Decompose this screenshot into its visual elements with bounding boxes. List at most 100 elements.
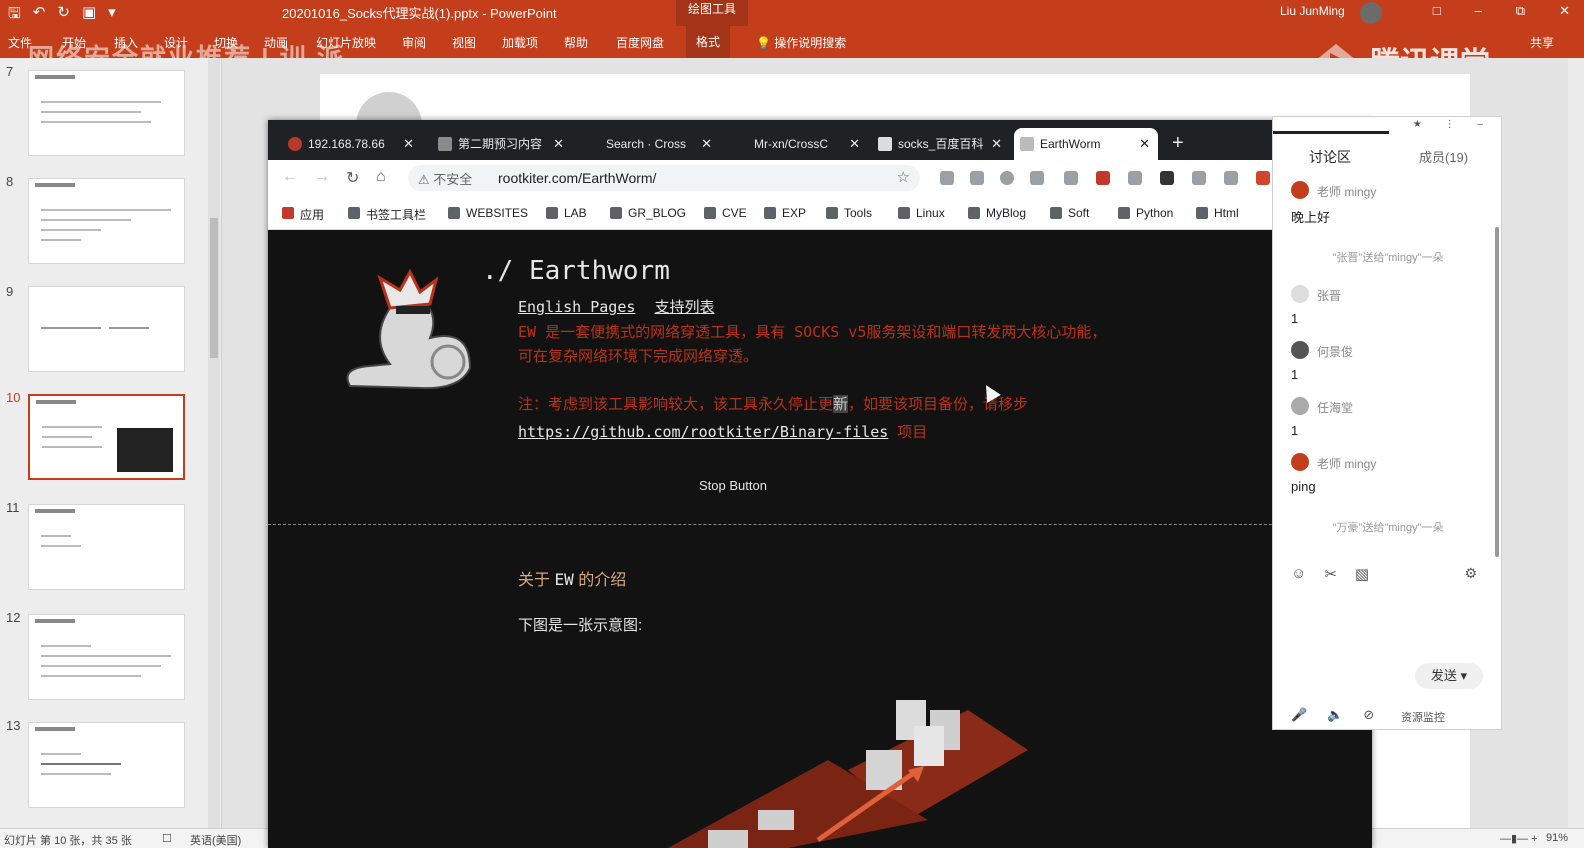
browser-tab-active[interactable]: EarthWorm ✕ xyxy=(1014,128,1158,160)
not-secure-indicator[interactable]: ⚠ 不安全 xyxy=(418,169,472,188)
reload-icon[interactable]: ↻ xyxy=(346,168,359,188)
close-tab-icon[interactable]: ✕ xyxy=(991,128,1002,160)
bookmark-folder[interactable]: EXP xyxy=(764,206,806,220)
tab-format[interactable]: 格式 xyxy=(686,26,731,58)
chat-scrollbar[interactable] xyxy=(1495,227,1499,557)
bookmark-apps[interactable]: 应用 xyxy=(282,206,324,223)
send-button[interactable]: 发送 ▾ xyxy=(1415,663,1483,689)
minimize-icon[interactable]: – xyxy=(1475,3,1482,19)
scissors-icon[interactable]: ✂ xyxy=(1324,565,1337,583)
camera-off-icon[interactable]: ⊘ xyxy=(1363,707,1374,723)
bookmark-folder[interactable]: Python xyxy=(1118,206,1173,220)
bookmark-folder[interactable]: CVE xyxy=(704,206,747,220)
english-pages-link[interactable]: English Pages xyxy=(518,298,635,316)
tab-review[interactable]: 审阅 xyxy=(402,34,426,51)
bookmark-folder[interactable]: 书签工具栏 xyxy=(348,206,426,223)
microphone-icon[interactable]: 🎤 xyxy=(1291,707,1307,723)
bookmark-folder[interactable]: GR_BLOG xyxy=(610,206,686,220)
home-icon[interactable]: ⌂ xyxy=(376,168,386,186)
restore-icon[interactable]: ⧉ xyxy=(1516,3,1525,19)
browser-tab[interactable]: Search · Cross ✕ xyxy=(580,128,720,160)
slide-thumbnail-13[interactable] xyxy=(28,722,185,808)
close-tab-icon[interactable]: ✕ xyxy=(849,128,860,160)
extension-icon[interactable] xyxy=(1256,171,1270,185)
bookmark-folder[interactable]: LAB xyxy=(546,206,587,220)
close-tab-icon[interactable]: ✕ xyxy=(1139,128,1150,160)
new-tab-button[interactable]: + xyxy=(1172,132,1184,155)
address-bar[interactable]: ⚠ 不安全 rootkiter.com/EarthWorm/ ☆ xyxy=(408,165,920,191)
extension-icon[interactable] xyxy=(1192,171,1206,185)
bookmark-folder[interactable]: Soft xyxy=(1050,206,1089,220)
tab-addins[interactable]: 加载项 xyxy=(502,34,538,51)
bookmark-folder[interactable]: MyBlog xyxy=(968,206,1026,220)
spellcheck-icon[interactable]: ☐ xyxy=(162,832,172,845)
extension-icon[interactable] xyxy=(1224,171,1238,185)
bookmark-star-icon[interactable]: ☆ xyxy=(897,168,910,186)
extension-icon[interactable] xyxy=(1160,171,1174,185)
slide-thumbnail-12[interactable] xyxy=(28,614,185,700)
language-status[interactable]: 英语(美国) xyxy=(190,832,241,848)
bookmark-folder[interactable]: Linux xyxy=(898,206,945,220)
extension-icon[interactable] xyxy=(970,171,984,185)
slide-thumbnail-10[interactable] xyxy=(28,394,185,480)
browser-tab[interactable]: Mr-xn/CrossC ✕ xyxy=(728,128,868,160)
bookmark-folder[interactable]: WEBSITES xyxy=(448,206,528,220)
ribbon-display-icon[interactable]: □ xyxy=(1433,3,1441,19)
browser-tab[interactable]: 192.168.78.66 ✕ xyxy=(282,128,422,160)
undo-icon[interactable]: ↶ xyxy=(33,3,46,28)
extension-icon[interactable] xyxy=(1064,171,1078,185)
bookmark-label: EXP xyxy=(782,206,807,220)
settings-icon[interactable]: ⚙ xyxy=(1464,565,1477,582)
emoji-icon[interactable]: ☺ xyxy=(1291,565,1306,583)
share-button[interactable]: 共享 xyxy=(1530,34,1554,51)
tab-help[interactable]: 帮助 xyxy=(564,34,588,51)
extension-icon[interactable] xyxy=(1128,171,1142,185)
chat-bottom-toolbar: 🎤 🔈 ⊘ xyxy=(1291,707,1374,723)
tell-me-search[interactable]: 💡 操作说明搜索 xyxy=(756,34,846,51)
present-icon[interactable]: ▣ xyxy=(82,3,96,28)
message-sender: 任海堂 xyxy=(1317,401,1354,415)
tab-members[interactable]: 成员(19) xyxy=(1419,147,1468,166)
avatar[interactable] xyxy=(1360,2,1382,24)
slide-number: 11 xyxy=(6,500,20,515)
close-tab-icon[interactable]: ✕ xyxy=(403,128,414,160)
slide-thumbnail-9[interactable] xyxy=(28,286,185,372)
user-name[interactable]: Liu JunMing xyxy=(1280,4,1345,18)
chat-window-controls[interactable]: ★ ⋮ – xyxy=(1413,119,1493,130)
resource-monitor[interactable]: 资源监控 xyxy=(1401,709,1445,725)
url-text[interactable]: rootkiter.com/EarthWorm/ xyxy=(498,170,656,186)
slide-thumbnail-11[interactable] xyxy=(28,504,185,590)
tab-baidu-netdisk[interactable]: 百度网盘 xyxy=(616,34,664,51)
close-icon[interactable]: ✕ xyxy=(1559,3,1570,19)
github-binary-files-link[interactable]: https://github.com/rootkiter/Binary-file… xyxy=(518,423,888,441)
save-icon[interactable]: 🖫 xyxy=(8,3,21,28)
support-list-link[interactable]: 支持列表 xyxy=(654,298,714,316)
close-tab-icon[interactable]: ✕ xyxy=(701,128,712,160)
zoom-level[interactable]: 91% xyxy=(1546,832,1568,844)
thumbnail-scrollbar[interactable] xyxy=(208,58,220,828)
image-icon[interactable]: ▧ xyxy=(1355,565,1369,583)
extension-icon[interactable] xyxy=(940,171,954,185)
slide-thumbnail-8[interactable] xyxy=(28,178,185,264)
tab-view[interactable]: 视图 xyxy=(452,34,476,51)
close-tab-icon[interactable]: ✕ xyxy=(553,128,564,160)
speaker-icon[interactable]: 🔈 xyxy=(1327,707,1343,723)
browser-tab[interactable]: 第二期预习内容 ✕ xyxy=(432,128,572,160)
scroll-thumb[interactable] xyxy=(210,218,218,358)
browser-tab[interactable]: socks_百度百科 ✕ xyxy=(872,128,1010,160)
bookmark-folder[interactable]: Tools xyxy=(826,206,872,220)
bookmark-folder[interactable]: Html xyxy=(1196,206,1239,220)
bookmark-label: 应用 xyxy=(300,208,325,222)
customize-icon[interactable]: ▾ xyxy=(108,3,116,28)
slide-thumbnail-7[interactable] xyxy=(28,70,185,156)
forward-icon[interactable]: → xyxy=(314,168,330,186)
extension-icon[interactable] xyxy=(1000,171,1014,185)
tab-discussion[interactable]: 讨论区 xyxy=(1309,147,1351,167)
extension-icon[interactable] xyxy=(1096,171,1110,185)
extension-icon[interactable] xyxy=(1030,171,1044,185)
zoom-slider[interactable]: —▮— + xyxy=(1500,832,1538,845)
redo-icon[interactable]: ↻ xyxy=(57,3,70,28)
stop-button[interactable]: Stop Button xyxy=(699,478,767,493)
editor-scrollbar[interactable] xyxy=(1568,58,1584,828)
back-icon[interactable]: ← xyxy=(282,168,298,186)
